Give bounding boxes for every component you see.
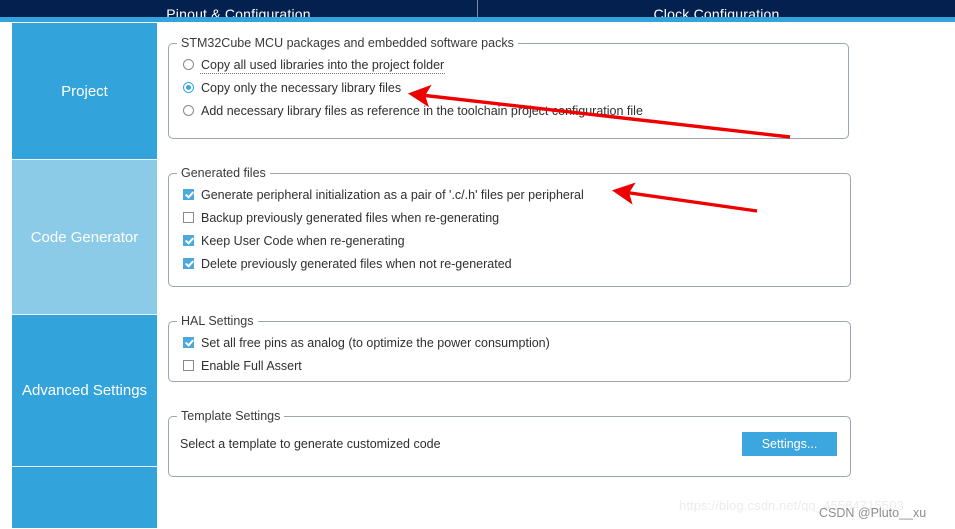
- checkbox-delete-previously-generated-label: Delete previously generated files when n…: [201, 256, 512, 271]
- tab-clock-configuration-label: Clock Configuration: [653, 6, 780, 17]
- sidebar-item-code-generator-label: Code Generator: [30, 228, 139, 246]
- group-stm32cube-packages: STM32Cube MCU packages and embedded soft…: [168, 37, 849, 139]
- group-hal-settings-body: Set all free pins as analog (to optimize…: [169, 327, 850, 377]
- checkbox-generate-peripheral-init-label: Generate peripheral initialization as a …: [201, 187, 584, 202]
- checkbox-row-keep-user-code[interactable]: Keep User Code when re-generating: [169, 229, 850, 252]
- checkbox-set-free-pins-analog-label: Set all free pins as analog (to optimize…: [201, 335, 550, 350]
- tab-pinout-configuration-label: Pinout & Configuration: [166, 6, 311, 17]
- sidebar-item-advanced-settings[interactable]: Advanced Settings: [12, 315, 157, 467]
- checkbox-row-delete-previously-generated[interactable]: Delete previously generated files when n…: [169, 252, 850, 275]
- tabbar-underline: [0, 17, 955, 22]
- radio-row-copy-only-necessary[interactable]: Copy only the necessary library files: [169, 76, 848, 99]
- code-generator-panel: STM32Cube MCU packages and embedded soft…: [157, 23, 955, 529]
- checkbox-enable-full-assert-icon[interactable]: [183, 360, 194, 371]
- checkbox-enable-full-assert-label: Enable Full Assert: [201, 358, 302, 373]
- group-template-settings: Template Settings Select a template to g…: [168, 410, 851, 477]
- radio-copy-all-libraries-icon[interactable]: [183, 59, 194, 70]
- radio-row-copy-all-libraries[interactable]: Copy all used libraries into the project…: [169, 53, 848, 76]
- sidebar-item-project-label: Project: [61, 82, 108, 100]
- checkbox-keep-user-code-icon[interactable]: [183, 235, 194, 246]
- group-hal-settings-legend: HAL Settings: [181, 314, 254, 328]
- group-generated-files-legend: Generated files: [181, 166, 266, 180]
- checkbox-row-set-free-pins-analog[interactable]: Set all free pins as analog (to optimize…: [169, 331, 850, 354]
- group-hal-settings: HAL Settings Set all free pins as analog…: [168, 315, 851, 382]
- cubemx-project-manager-window: Pinout & Configuration Clock Configurati…: [0, 0, 955, 529]
- left-sidebar: Project Code Generator Advanced Settings: [12, 23, 157, 529]
- sidebar-item-advanced-settings-label: Advanced Settings: [21, 382, 148, 399]
- checkbox-row-generate-peripheral-init[interactable]: Generate peripheral initialization as a …: [169, 183, 850, 206]
- checkbox-row-enable-full-assert[interactable]: Enable Full Assert: [169, 354, 850, 377]
- template-settings-button[interactable]: Settings...: [742, 432, 837, 456]
- radio-copy-only-necessary-label: Copy only the necessary library files: [201, 80, 402, 95]
- tab-pinout-configuration[interactable]: Pinout & Configuration: [0, 0, 477, 17]
- checkbox-row-backup-previously-generated[interactable]: Backup previously generated files when r…: [169, 206, 850, 229]
- watermark-csdn-user: CSDN @Pluto__xu: [819, 506, 927, 520]
- radio-add-as-reference-label: Add necessary library files as reference…: [201, 103, 643, 118]
- template-settings-row: Select a template to generate customized…: [169, 422, 850, 456]
- sidebar-item-code-generator[interactable]: Code Generator: [12, 160, 157, 315]
- radio-row-add-as-reference[interactable]: Add necessary library files as reference…: [169, 99, 848, 122]
- group-stm32cube-packages-body: Copy all used libraries into the project…: [169, 49, 848, 122]
- radio-copy-all-libraries-label: Copy all used libraries into the project…: [199, 57, 446, 74]
- main-tabbar: Pinout & Configuration Clock Configurati…: [0, 0, 955, 17]
- sidebar-item-extra[interactable]: [12, 467, 157, 528]
- checkbox-set-free-pins-analog-icon[interactable]: [183, 337, 194, 348]
- radio-copy-only-necessary-icon[interactable]: [183, 82, 194, 93]
- sidebar-item-project[interactable]: Project: [12, 23, 157, 160]
- tab-clock-configuration[interactable]: Clock Configuration: [478, 0, 955, 17]
- template-settings-description: Select a template to generate customized…: [180, 437, 441, 451]
- checkbox-backup-previously-generated-icon[interactable]: [183, 212, 194, 223]
- group-stm32cube-packages-legend: STM32Cube MCU packages and embedded soft…: [181, 36, 514, 50]
- checkbox-backup-previously-generated-label: Backup previously generated files when r…: [201, 210, 500, 225]
- group-generated-files: Generated files Generate peripheral init…: [168, 167, 851, 287]
- group-template-settings-legend: Template Settings: [181, 409, 281, 423]
- checkbox-generate-peripheral-init-icon[interactable]: [183, 189, 194, 200]
- radio-add-as-reference-icon[interactable]: [183, 105, 194, 116]
- group-generated-files-body: Generate peripheral initialization as a …: [169, 179, 850, 275]
- checkbox-delete-previously-generated-icon[interactable]: [183, 258, 194, 269]
- checkbox-keep-user-code-label: Keep User Code when re-generating: [201, 233, 405, 248]
